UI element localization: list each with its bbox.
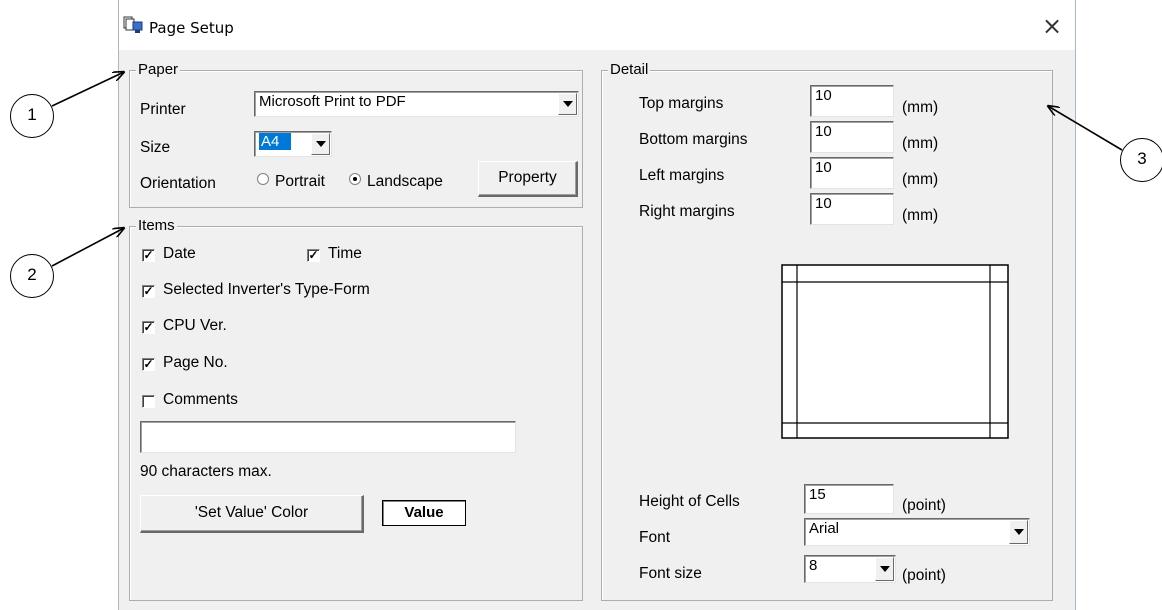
bottom-margins-label: Bottom margins bbox=[639, 131, 748, 148]
callout-2: 2 bbox=[10, 254, 54, 298]
value-color-sample: Value bbox=[382, 500, 466, 526]
size-label: Size bbox=[140, 139, 171, 156]
right-margins-value: 10 bbox=[815, 195, 832, 212]
radio-selected-dot bbox=[353, 177, 357, 181]
font-size-select-value: 8 bbox=[809, 557, 818, 574]
portrait-radio[interactable] bbox=[257, 173, 269, 185]
cpu-checkbox[interactable]: ✓ bbox=[142, 321, 155, 334]
left-margins-value: 10 bbox=[815, 159, 832, 176]
printer-label: Printer bbox=[140, 101, 186, 118]
bottom-margins-unit: (mm) bbox=[902, 135, 939, 152]
comments-checkbox[interactable] bbox=[142, 395, 155, 408]
chevron-down-icon bbox=[1013, 529, 1024, 535]
inverter-label[interactable]: Selected Inverter's Type-Form bbox=[163, 281, 370, 299]
bottom-margins-input[interactable]: 10 bbox=[810, 121, 894, 153]
margin-preview bbox=[781, 264, 1009, 439]
property-button[interactable]: Property bbox=[478, 161, 578, 197]
comments-label[interactable]: Comments bbox=[163, 391, 238, 409]
time-checkbox[interactable]: ✓ bbox=[307, 249, 320, 262]
top-margins-unit: (mm) bbox=[902, 99, 939, 116]
font-size-select[interactable]: 8 bbox=[804, 555, 896, 583]
printer-select-value: Microsoft Print to PDF bbox=[259, 93, 406, 110]
callout-1: 1 bbox=[10, 94, 54, 138]
height-of-cells-value: 15 bbox=[809, 486, 826, 503]
cpu-label[interactable]: CPU Ver. bbox=[163, 317, 227, 335]
left-margins-unit: (mm) bbox=[902, 171, 939, 188]
title-bar: Page Setup × bbox=[119, 0, 1075, 50]
top-margins-input[interactable]: 10 bbox=[810, 85, 894, 117]
page-setup-dialog: Page Setup × Paper Printer Microsoft Pri… bbox=[118, 0, 1076, 610]
printer-select[interactable]: Microsoft Print to PDF bbox=[254, 91, 579, 117]
detail-legend: Detail bbox=[608, 61, 651, 79]
paper-legend: Paper bbox=[136, 61, 181, 79]
font-select-value: Arial bbox=[809, 520, 840, 537]
font-dropdown-button[interactable] bbox=[1009, 520, 1028, 544]
font-size-dropdown-button[interactable] bbox=[875, 557, 894, 581]
inverter-checkbox[interactable]: ✓ bbox=[142, 285, 155, 298]
arrow-2 bbox=[51, 228, 124, 267]
chevron-down-icon bbox=[879, 566, 890, 572]
date-label[interactable]: Date bbox=[163, 245, 196, 263]
size-select[interactable]: A4 bbox=[254, 131, 332, 157]
font-label: Font bbox=[639, 529, 671, 546]
portrait-label[interactable]: Portrait bbox=[275, 173, 325, 191]
right-margins-unit: (mm) bbox=[902, 207, 939, 224]
items-legend: Items bbox=[136, 217, 177, 235]
orientation-label: Orientation bbox=[140, 175, 216, 192]
max-characters-note: 90 characters max. bbox=[140, 463, 272, 480]
detail-group: Detail Top margins 10 (mm) Bottom margin… bbox=[601, 61, 1053, 601]
right-margins-label: Right margins bbox=[639, 203, 735, 220]
arrow-1 bbox=[51, 72, 124, 107]
size-dropdown-button[interactable] bbox=[311, 133, 330, 155]
callout-3: 3 bbox=[1120, 138, 1162, 182]
font-select[interactable]: Arial bbox=[804, 518, 1030, 546]
comments-input[interactable] bbox=[140, 421, 516, 453]
height-of-cells-label: Height of Cells bbox=[639, 493, 740, 510]
pageno-label[interactable]: Page No. bbox=[163, 354, 228, 372]
landscape-label[interactable]: Landscape bbox=[367, 173, 443, 191]
bottom-margins-value: 10 bbox=[815, 123, 832, 140]
close-button[interactable]: × bbox=[1039, 14, 1065, 40]
top-margins-label: Top margins bbox=[639, 95, 724, 112]
window-title: Page Setup bbox=[149, 19, 234, 37]
pageno-checkbox[interactable]: ✓ bbox=[142, 358, 155, 371]
top-margins-value: 10 bbox=[815, 87, 832, 104]
set-value-color-button[interactable]: 'Set Value' Color bbox=[140, 495, 364, 533]
size-select-value: A4 bbox=[259, 133, 292, 150]
paper-group: Paper Printer Microsoft Print to PDF Siz… bbox=[129, 61, 583, 208]
chevron-down-icon bbox=[315, 141, 326, 147]
font-size-label: Font size bbox=[639, 565, 702, 582]
items-group: Items ✓ Date ✓ Time ✓ Selected Inverter'… bbox=[129, 217, 583, 601]
chevron-down-icon bbox=[562, 101, 573, 107]
printer-dropdown-button[interactable] bbox=[558, 93, 577, 115]
height-of-cells-input[interactable]: 15 bbox=[804, 484, 894, 514]
time-label[interactable]: Time bbox=[328, 245, 362, 263]
height-of-cells-unit: (point) bbox=[902, 497, 946, 514]
right-margins-input[interactable]: 10 bbox=[810, 193, 894, 225]
page-setup-icon bbox=[123, 16, 143, 33]
date-checkbox[interactable]: ✓ bbox=[142, 249, 155, 262]
font-size-unit: (point) bbox=[902, 567, 946, 584]
left-margins-input[interactable]: 10 bbox=[810, 157, 894, 189]
landscape-radio[interactable] bbox=[349, 173, 361, 185]
left-margins-label: Left margins bbox=[639, 167, 725, 184]
